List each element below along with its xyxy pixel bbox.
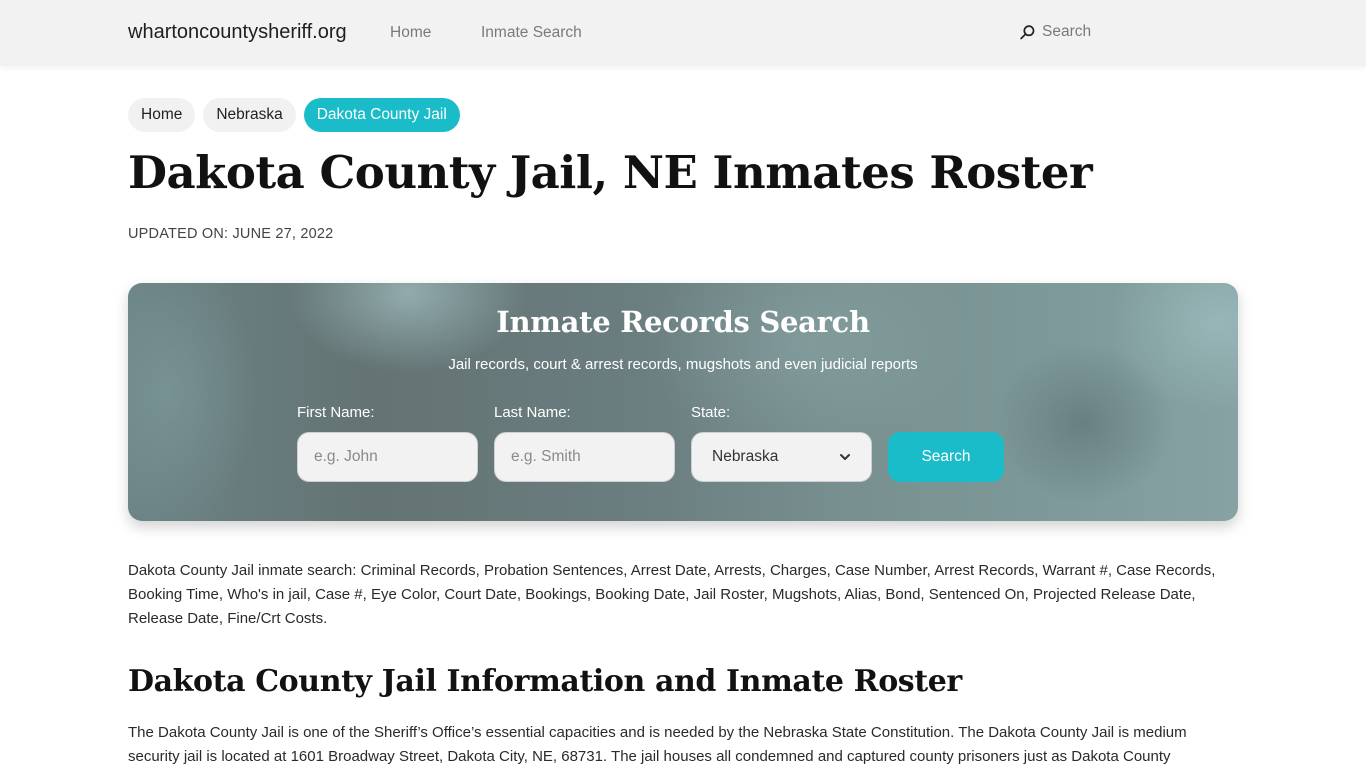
state-select[interactable]: Nebraska bbox=[691, 432, 872, 482]
top-navbar: whartoncountysheriff.org Home Inmate Sea… bbox=[0, 0, 1366, 66]
breadcrumb-dakota-county-jail[interactable]: Dakota County Jail bbox=[303, 98, 460, 132]
info-paragraph: The Dakota County Jail is one of the She… bbox=[128, 724, 1187, 765]
search-submit-button[interactable]: Search bbox=[888, 432, 1004, 482]
state-select-value: Nebraska bbox=[712, 448, 779, 465]
first-name-label: First Name: bbox=[297, 404, 375, 421]
first-name-input[interactable] bbox=[297, 432, 478, 482]
state-label: State: bbox=[691, 404, 731, 421]
page-title: Dakota County Jail, NE Inmates Roster bbox=[128, 146, 1093, 199]
keywords-paragraph: Dakota County Jail inmate search: Crimin… bbox=[128, 562, 1216, 627]
magnifier-icon bbox=[1020, 24, 1035, 39]
chevron-down-icon bbox=[840, 454, 850, 460]
section-title: Dakota County Jail Information and Inmat… bbox=[128, 664, 962, 699]
last-name-input[interactable] bbox=[494, 432, 675, 482]
breadcrumb-home[interactable]: Home bbox=[128, 98, 196, 132]
updated-date: UPDATED ON: JUNE 27, 2022 bbox=[128, 226, 334, 242]
nav-search-button[interactable]: Search bbox=[1019, 23, 1091, 41]
search-card-title: Inmate Records Search bbox=[496, 305, 870, 339]
nav-home-link[interactable]: Home bbox=[390, 24, 431, 42]
nav-inmate-search-link[interactable]: Inmate Search bbox=[481, 24, 582, 42]
inmate-search-card: Inmate Records Search Jail records, cour… bbox=[128, 283, 1238, 521]
site-brand-link[interactable]: whartoncountysheriff.org bbox=[128, 21, 347, 44]
last-name-label: Last Name: bbox=[494, 404, 571, 421]
nav-search-label: Search bbox=[1042, 23, 1092, 40]
breadcrumb: Home Nebraska Dakota County Jail bbox=[128, 98, 460, 132]
breadcrumb-nebraska[interactable]: Nebraska bbox=[203, 98, 296, 132]
search-card-subtitle: Jail records, court & arrest records, mu… bbox=[448, 356, 918, 373]
